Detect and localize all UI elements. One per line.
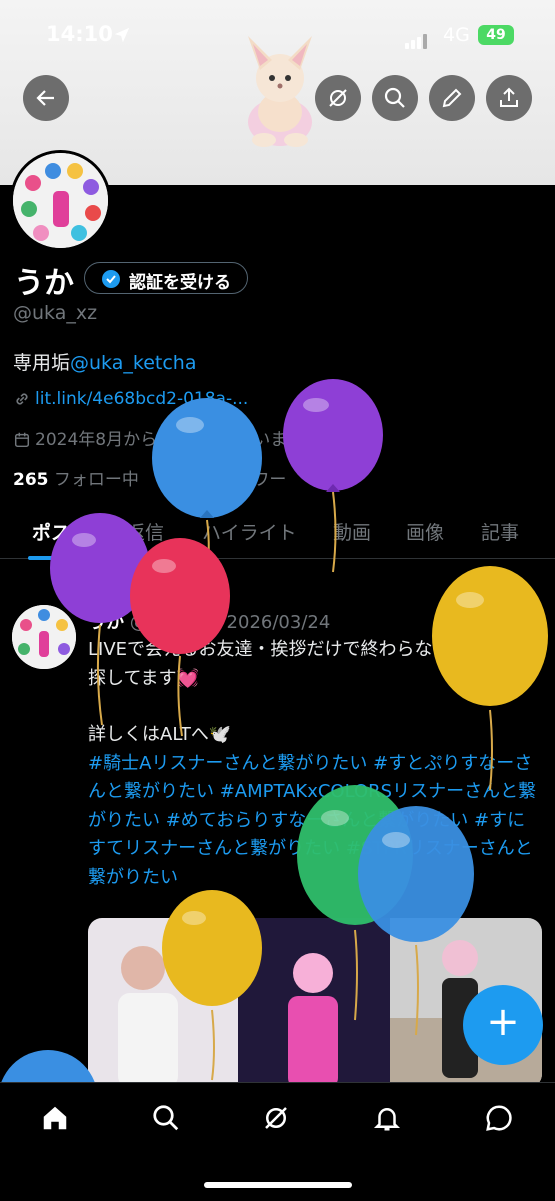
balloon-blue <box>358 806 474 1036</box>
balloon-red <box>130 538 230 737</box>
grok-icon[interactable] <box>261 1103 291 1133</box>
balloon-yellow <box>162 890 262 1081</box>
balloon-overlay <box>0 379 548 1150</box>
message-icon[interactable] <box>484 1103 514 1133</box>
home-icon[interactable] <box>40 1103 70 1133</box>
home-indicator <box>204 1182 352 1188</box>
search-icon[interactable] <box>151 1103 181 1133</box>
bell-icon[interactable] <box>372 1103 402 1133</box>
balloon-yellow <box>432 566 548 791</box>
balloon-purple <box>283 379 383 573</box>
